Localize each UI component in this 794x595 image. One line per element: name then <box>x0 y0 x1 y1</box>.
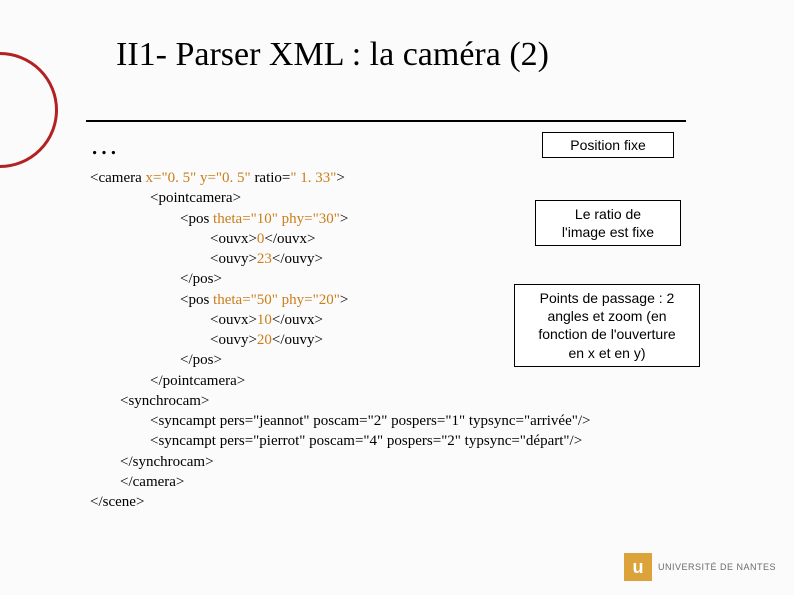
code-line: <ouvy>20</ouvy> <box>90 330 590 350</box>
logo-text: UNIVERSITÉ DE NANTES <box>658 562 776 572</box>
code-line: </scene> <box>90 492 590 512</box>
label-position-fixe: Position fixe <box>542 132 674 158</box>
logo-icon: u <box>624 553 652 581</box>
code-line: </synchrocam> <box>90 452 590 472</box>
code-line: <pos theta="50" phy="20"> <box>90 290 590 310</box>
code-line: <ouvy>23</ouvy> <box>90 249 590 269</box>
code-line: <pointcamera> <box>90 188 590 208</box>
code-line: <ouvx>0</ouvx> <box>90 229 590 249</box>
decorative-circle <box>0 52 58 168</box>
xml-code-block: <camera x="0. 5" y="0. 5" ratio=" 1. 33"… <box>90 168 590 512</box>
code-line: </pos> <box>90 269 590 289</box>
label-text: Position fixe <box>570 137 645 153</box>
code-line: <pos theta="10" phy="30"> <box>90 209 590 229</box>
ellipsis: … <box>90 130 118 162</box>
title-underline <box>86 120 686 122</box>
code-line: </camera> <box>90 472 590 492</box>
code-line: <ouvx>10</ouvx> <box>90 310 590 330</box>
code-line: <syncampt pers="jeannot" poscam="2" posp… <box>90 411 590 431</box>
slide-title: II1- Parser XML : la caméra (2) <box>116 36 549 74</box>
code-line: <synchrocam> <box>90 391 590 411</box>
code-line: </pointcamera> <box>90 371 590 391</box>
code-line: </pos> <box>90 350 590 370</box>
university-logo: u UNIVERSITÉ DE NANTES <box>624 553 776 581</box>
code-line: <syncampt pers="pierrot" poscam="4" posp… <box>90 431 590 451</box>
code-line: <camera x="0. 5" y="0. 5" ratio=" 1. 33"… <box>90 168 590 188</box>
